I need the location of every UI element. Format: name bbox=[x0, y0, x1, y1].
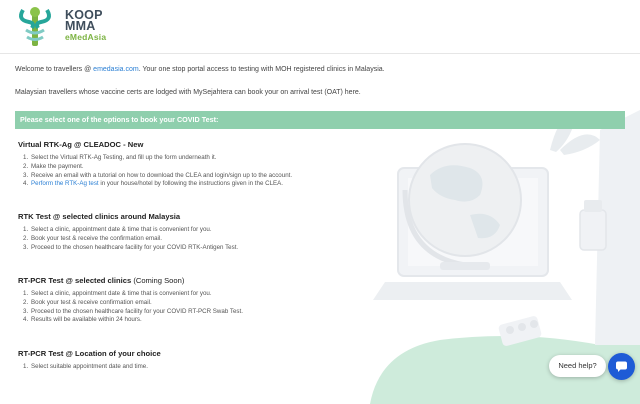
brand-wordmark: KOOP MMA eMedAsia bbox=[65, 9, 107, 42]
steps-list: 1. Select a clinic, appointment date & ti… bbox=[18, 226, 238, 252]
steps-list: 1. Select the Virtual RTK-Ag Testing, and… bbox=[18, 154, 292, 189]
coming-soon-note: (Coming Soon) bbox=[131, 276, 185, 285]
section-title: RTK Test @ selected clinics around Malay… bbox=[18, 212, 181, 221]
brand-sub: eMedAsia bbox=[65, 32, 107, 42]
list-item: 3. Proceed to the chosen healthcare facil… bbox=[23, 243, 239, 251]
chat-icon bbox=[616, 361, 627, 372]
list-item: 4. Results will be available within 24 ho… bbox=[23, 316, 142, 324]
intro-welcome-suffix: . Your one stop portal access to testing… bbox=[138, 66, 385, 73]
chat-button[interactable] bbox=[608, 353, 635, 380]
intro-welcome-prefix: Welcome to travellers @ bbox=[15, 66, 94, 73]
list-item: 1. Select a clinic, appointment date & ti… bbox=[23, 290, 212, 297]
list-item: 2. Book your test & receive the confirmat… bbox=[23, 234, 163, 242]
background-illustration bbox=[370, 110, 640, 404]
header: KOOP MMA eMedAsia bbox=[0, 0, 640, 52]
section-rtk-clinics: RTK Test @ selected clinics around Malay… bbox=[18, 212, 238, 252]
brand-line2: MMA bbox=[65, 19, 96, 33]
list-item: 1. Select the Virtual RTK-Ag Testing, and… bbox=[23, 154, 217, 161]
need-help-bubble[interactable]: Need help? bbox=[549, 355, 606, 377]
booking-options-banner: Please select one of the options to book… bbox=[15, 111, 625, 129]
intro-welcome: Welcome to travellers @ emedasia.com. Yo… bbox=[15, 65, 385, 74]
steps-list: 1. Select a clinic, appointment date & ti… bbox=[18, 290, 243, 325]
section-rtpcr-location: RT-PCR Test @ Location of your choice 1.… bbox=[18, 349, 161, 372]
emedasia-link[interactable]: emedasia.com bbox=[93, 66, 139, 73]
list-item: 4. Perform the RTK-Ag test in your house/… bbox=[23, 180, 283, 188]
section-title: RT-PCR Test @ Location of your choice bbox=[18, 349, 161, 358]
perform-rtk-ag-test-link[interactable]: Perform the RTK-Ag test bbox=[31, 180, 99, 187]
list-item: 2. Make the payment. bbox=[23, 162, 84, 170]
list-item: 1. Select suitable appointment date and t… bbox=[23, 363, 148, 370]
section-rtpcr-clinics: RT-PCR Test @ selected clinics (Coming S… bbox=[18, 276, 243, 325]
caduceus-logo-icon bbox=[19, 7, 51, 46]
steps-list: 1. Select suitable appointment date and t… bbox=[18, 363, 161, 372]
list-item: 1. Select a clinic, appointment date & ti… bbox=[23, 226, 212, 233]
section-title: Virtual RTK-Ag @ CLEADOC - New bbox=[18, 140, 144, 149]
intro-mysejahtera: Malaysian travellers whose vaccine certs… bbox=[15, 89, 361, 96]
section-virtual-rtk: Virtual RTK-Ag @ CLEADOC - New 1. Select … bbox=[18, 140, 292, 189]
list-item: 3. Receive an email with a tutorial on ho… bbox=[23, 171, 293, 179]
section-title: RT-PCR Test @ selected clinics (Coming S… bbox=[18, 276, 185, 285]
list-item: 2. Book your test & receive confirmation … bbox=[23, 298, 152, 306]
koop-mma-logo[interactable]: KOOP MMA eMedAsia bbox=[15, 6, 135, 48]
header-divider bbox=[0, 53, 640, 54]
list-item: 3. Proceed to the chosen healthcare facil… bbox=[23, 307, 243, 315]
